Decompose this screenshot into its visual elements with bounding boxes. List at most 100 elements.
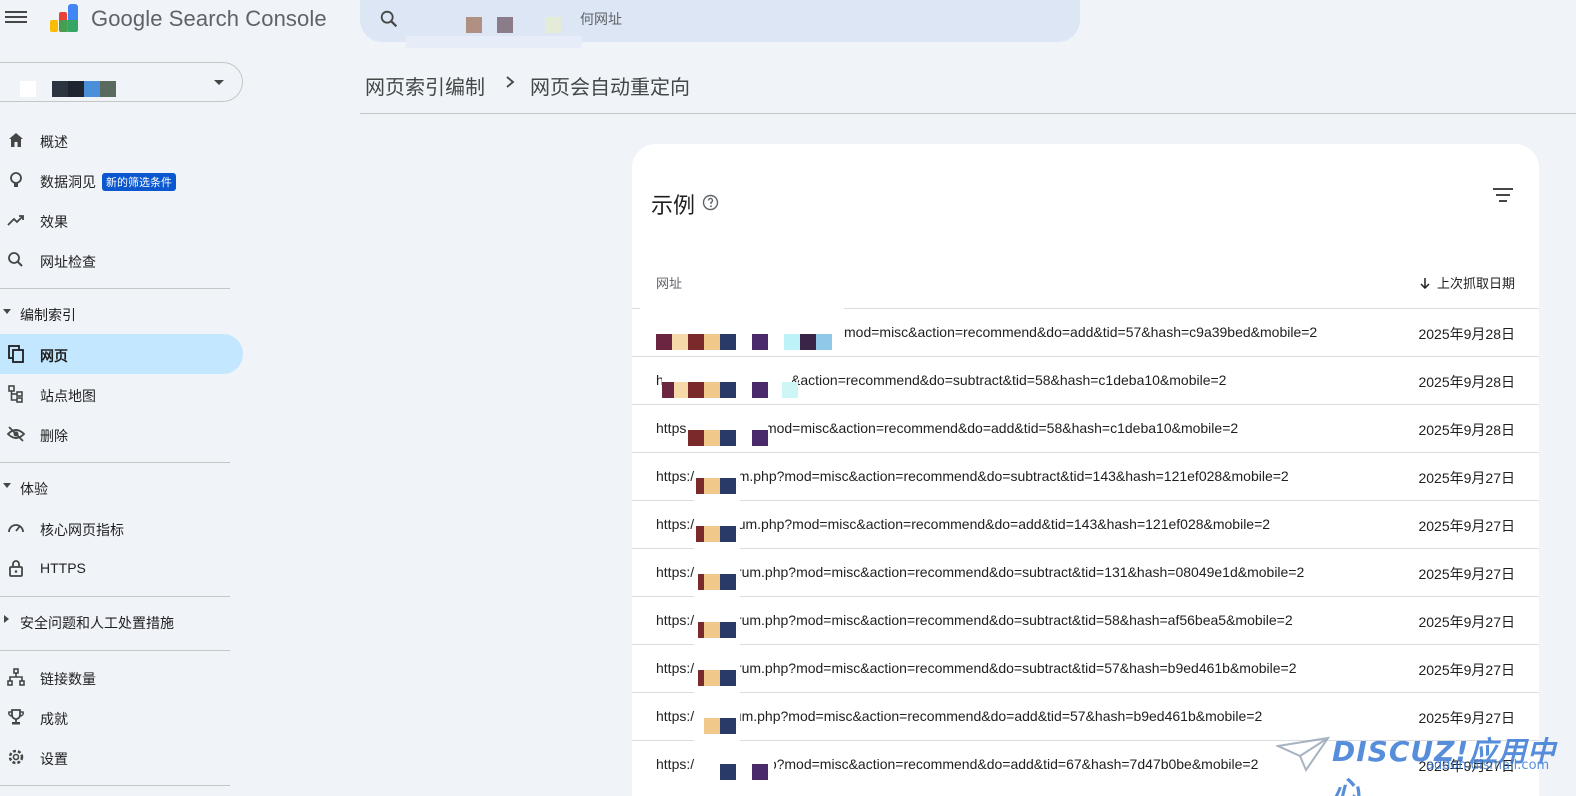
watermark-logo: DISCUZ!应用中心 addon.dismall.com xyxy=(1276,730,1566,796)
redacted-block xyxy=(84,81,100,97)
redacted-block xyxy=(704,334,720,350)
redacted-block xyxy=(688,430,704,446)
redacted-block xyxy=(752,334,768,350)
sidebar-item-achievements[interactable]: 成就 xyxy=(0,697,243,737)
sidebar-item-label-wrap: 数据洞见 新的筛选条件 xyxy=(40,172,176,192)
row-date: 2025年9月27日 xyxy=(1418,566,1515,582)
row-url[interactable]: https:// om/forum.php?mod=misc&action=re… xyxy=(656,612,1293,628)
redacted-block xyxy=(672,334,688,350)
sidebar-item-performance[interactable]: 效果 xyxy=(0,200,243,240)
help-icon[interactable] xyxy=(702,194,719,211)
search-icon[interactable] xyxy=(378,8,400,30)
redacted-block xyxy=(720,764,736,780)
property-selector[interactable] xyxy=(0,62,243,102)
row-date: 2025年9月27日 xyxy=(1418,710,1515,726)
page-title: 网页会自动重定向 xyxy=(530,77,690,99)
row-url[interactable]: mod=misc&action=recommend&do=add&tid=57&… xyxy=(844,324,1317,340)
redacted-block xyxy=(406,36,582,48)
sidebar-item-https[interactable]: HTTPS xyxy=(0,548,243,588)
sidebar-item-sitemaps[interactable]: 站点地图 xyxy=(0,374,243,414)
row-date: 2025年9月27日 xyxy=(1418,470,1515,486)
examples-card: 示例 网址 上次抓取日期 mod=misc&action=recommend&d… xyxy=(632,144,1539,796)
sidebar-item-url-inspection[interactable]: 网址检查 xyxy=(0,240,243,280)
lightbulb-icon xyxy=(10,172,22,187)
sidebar-item-label: 概述 xyxy=(40,134,68,150)
row-date: 2025年9月27日 xyxy=(1418,662,1515,678)
filter-icon[interactable] xyxy=(1492,188,1514,208)
main-menu-button[interactable] xyxy=(5,8,27,28)
table-row[interactable]: https:/ om/forum.php?mod=misc&action=rec… xyxy=(632,500,1539,548)
redacted-block xyxy=(720,574,736,590)
redacted-block xyxy=(800,334,816,350)
sidebar-item-overview[interactable]: 概述 xyxy=(0,120,243,160)
sidebar-item-label: 核心网页指标 xyxy=(40,522,124,538)
sidebar-item-links[interactable]: 链接数量 xyxy=(0,657,243,697)
column-header-last-crawled[interactable]: 上次抓取日期 xyxy=(1419,273,1515,292)
chevron-down-icon xyxy=(214,80,224,85)
table-row[interactable]: https:// om/forum.php?mod=misc&action=re… xyxy=(632,548,1539,596)
redacted-block xyxy=(720,526,736,542)
row-date: 2025年9月27日 xyxy=(1418,614,1515,630)
search-input[interactable] xyxy=(580,6,1000,32)
redacted-block xyxy=(784,334,800,350)
table-row[interactable]: https /forum.php?mod=misc&action=recomme… xyxy=(632,404,1539,452)
redacted-block xyxy=(656,334,672,350)
search-console-logo-icon xyxy=(50,4,78,32)
product-name: Google Search Console xyxy=(91,6,327,31)
sidebar-item-pages[interactable]: 网页 xyxy=(0,334,243,374)
sidebar-item-label: 网址检查 xyxy=(40,254,96,270)
sidebar-item-settings[interactable]: 设置 xyxy=(0,737,243,777)
table-row[interactable]: https:/ m/forum.php?mod=misc&action=reco… xyxy=(632,452,1539,500)
gear-icon xyxy=(8,749,24,765)
section-toggle-indexing[interactable]: 编制索引 xyxy=(0,302,230,326)
redacted-block xyxy=(704,718,720,734)
redacted-block xyxy=(720,622,736,638)
redacted-block xyxy=(704,478,720,494)
redacted-block xyxy=(720,430,736,446)
sidebar-item-insights[interactable]: 数据洞见 新的筛选条件 xyxy=(0,160,243,200)
row-date: 2025年9月27日 xyxy=(1418,518,1515,534)
arrow-down-icon xyxy=(1420,278,1430,289)
redacted-block xyxy=(704,526,720,542)
redacted-block xyxy=(688,334,704,350)
redacted-block xyxy=(720,670,736,686)
speed-icon xyxy=(8,524,24,533)
row-url[interactable]: https:// m/forum.php?mod=misc&action=rec… xyxy=(656,708,1262,724)
section-toggle-experience[interactable]: 体验 xyxy=(0,476,230,500)
redacted-block xyxy=(816,334,832,350)
redacted-block xyxy=(68,81,84,97)
paper-plane-icon xyxy=(1276,736,1330,772)
redacted-block xyxy=(782,382,798,398)
section-label: 安全问题和人工处置措施 xyxy=(20,615,174,631)
breadcrumb-parent[interactable]: 网页索引编制 xyxy=(365,71,485,100)
search-bar[interactable] xyxy=(360,0,1080,48)
row-url[interactable]: https:// om/forum.php?mod=misc&action=re… xyxy=(656,660,1297,676)
section-toggle-security[interactable]: 安全问题和人工处置措施 xyxy=(0,610,230,634)
trending-up-icon xyxy=(7,215,24,226)
redacted-block xyxy=(720,334,736,350)
chevron-down-icon xyxy=(3,483,11,488)
sidebar-divider xyxy=(0,462,230,463)
row-url[interactable]: https:/ m/forum.php?mod=misc&action=reco… xyxy=(656,468,1289,484)
row-url[interactable]: https:// om/forum.php?mod=misc&action=re… xyxy=(656,564,1304,580)
sidebar-item-label: 数据洞见 xyxy=(40,174,96,190)
pages-icon xyxy=(8,345,24,363)
row-url[interactable]: https:/ om/forum.php?mod=misc&action=rec… xyxy=(656,516,1270,532)
redacted-block xyxy=(720,478,736,494)
sidebar-item-core-web-vitals[interactable]: 核心网页指标 xyxy=(0,508,243,548)
card-title: 示例 xyxy=(651,193,696,218)
sidebar-item-removals[interactable]: 删除 xyxy=(0,414,243,454)
redacted-block xyxy=(52,81,68,97)
watermark-url: addon.dismall.com xyxy=(1426,758,1550,773)
row-date: 2025年9月28日 xyxy=(1418,374,1515,390)
column-header-url[interactable]: 网址 xyxy=(656,273,682,292)
row-date: 2025年9月28日 xyxy=(1418,326,1515,342)
sidebar-divider xyxy=(0,650,230,651)
sidebar-item-label: 网页 xyxy=(40,348,68,364)
redacted-block xyxy=(752,764,768,780)
table-row[interactable]: https:// om/forum.php?mod=misc&action=re… xyxy=(632,644,1539,692)
section-label: 体验 xyxy=(20,481,48,497)
section-label: 编制索引 xyxy=(20,307,76,323)
trophy-icon xyxy=(8,709,24,725)
table-row[interactable]: https:// om/forum.php?mod=misc&action=re… xyxy=(632,596,1539,644)
